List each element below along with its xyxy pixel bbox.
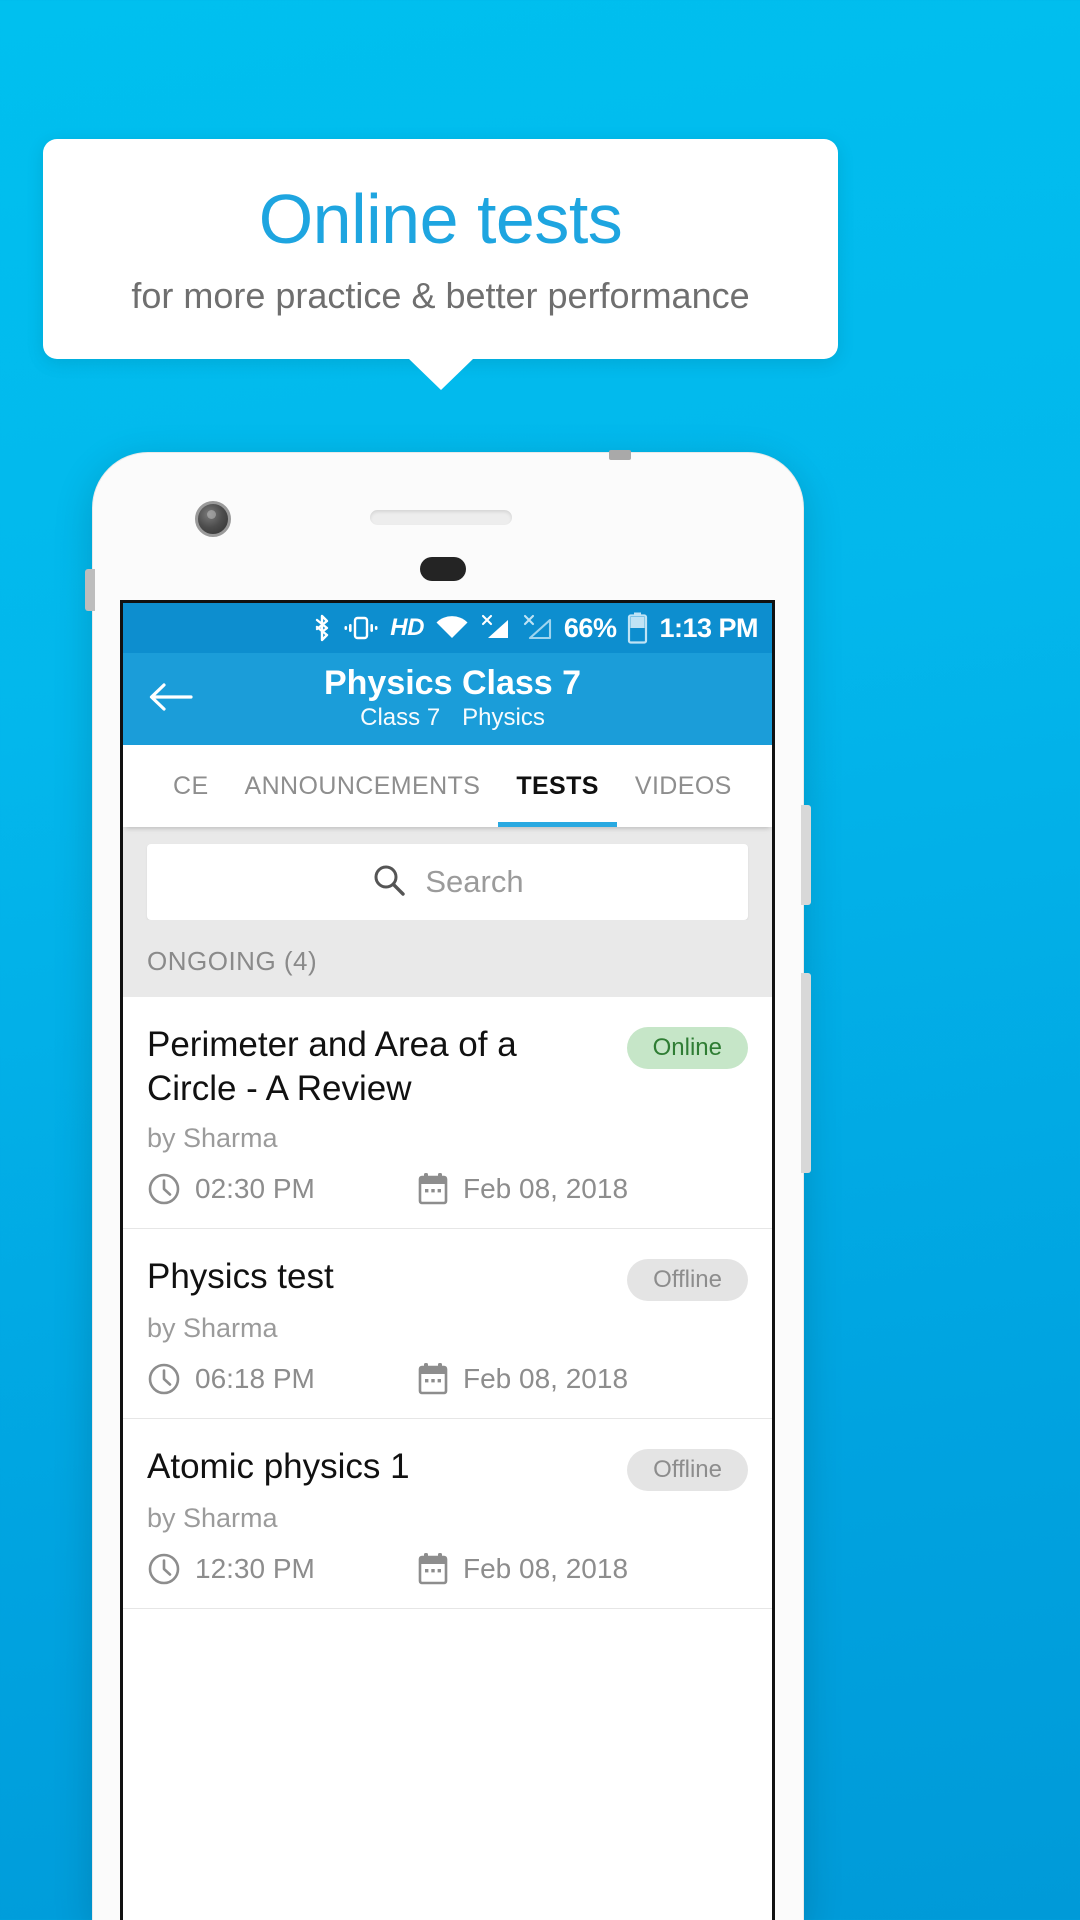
app-bar-titles: Physics Class 7 Class 7 Physics	[123, 665, 772, 733]
test-title: Physics test	[147, 1257, 334, 1297]
clock-icon	[147, 1172, 181, 1206]
list-item-head: Physics test Offline	[147, 1255, 748, 1302]
tab-announcements[interactable]: ANNOUNCEMENTS	[227, 745, 499, 827]
status-badge: Offline	[627, 1259, 748, 1302]
test-date: Feb 08, 2018	[463, 1553, 629, 1585]
test-time: 12:30 PM	[195, 1553, 315, 1585]
test-author: by Sharma	[147, 1503, 278, 1534]
wifi-icon	[435, 613, 469, 643]
status-badge: Offline	[627, 1449, 748, 1492]
page-title: Physics Class 7	[323, 664, 582, 703]
test-title: Perimeter and Area of a Circle - A Revie…	[147, 1025, 517, 1109]
test-time: 06:18 PM	[195, 1363, 315, 1395]
test-author: by Sharma	[147, 1123, 278, 1154]
test-author: by Sharma	[147, 1313, 278, 1344]
test-meta: 12:30 PM Feb 08, 2018	[147, 1552, 748, 1586]
battery-percent-label: 66%	[563, 612, 617, 643]
front-camera-icon	[195, 501, 231, 537]
camera-highlight	[207, 510, 216, 519]
phone-screen: HD 66% 1:13 PM Physics Class 7 Class 7 P…	[120, 600, 775, 1920]
search-placeholder: Search	[425, 864, 524, 899]
signal-no-sim-2-icon	[522, 613, 553, 643]
tab-bar: CE ANNOUNCEMENTS TESTS VIDEOS	[123, 745, 772, 827]
phone-mockup: HD 66% 1:13 PM Physics Class 7 Class 7 P…	[85, 450, 811, 1920]
clock-icon	[147, 1362, 181, 1396]
signal-no-sim-1-icon	[480, 613, 511, 643]
test-meta: 06:18 PM Feb 08, 2018	[147, 1362, 748, 1396]
calendar-icon	[417, 1362, 449, 1396]
section-header-ongoing: ONGOING (4)	[123, 920, 772, 997]
search-area: Search	[123, 827, 772, 920]
tab-tests[interactable]: TESTS	[498, 745, 617, 827]
tab-ce[interactable]: CE	[155, 745, 227, 827]
phone-power-button	[801, 805, 811, 905]
table-row[interactable]: Physics test Offline by Sharma 06:18 PM	[123, 1229, 772, 1420]
phone-volume-button	[801, 973, 811, 1173]
test-meta: 02:30 PM Feb 08, 2018	[147, 1172, 748, 1206]
test-date: Feb 08, 2018	[463, 1173, 629, 1205]
breadcrumb-class: Class 7	[360, 703, 441, 731]
callout-tail	[408, 359, 473, 390]
test-date-cell: Feb 08, 2018	[417, 1172, 628, 1206]
battery-icon	[627, 612, 648, 644]
breadcrumb-subject: Physics	[462, 703, 545, 731]
promo-title: Online tests	[258, 180, 623, 258]
clock-label: 1:13 PM	[659, 612, 758, 643]
promo-subtitle: for more practice & better performance	[131, 275, 750, 316]
test-date: Feb 08, 2018	[463, 1363, 629, 1395]
vibrate-icon	[343, 613, 379, 643]
hd-icon: HD	[390, 614, 424, 641]
bluetooth-icon	[312, 613, 332, 643]
table-row[interactable]: Atomic physics 1 Offline by Sharma 12:30…	[123, 1419, 772, 1610]
tab-videos[interactable]: VIDEOS	[617, 745, 750, 827]
phone-antenna-nub	[609, 450, 631, 460]
test-date-cell: Feb 08, 2018	[417, 1362, 628, 1396]
test-list: Perimeter and Area of a Circle - A Revie…	[123, 997, 772, 1610]
table-row[interactable]: Perimeter and Area of a Circle - A Revie…	[123, 997, 772, 1230]
status-bar: HD 66% 1:13 PM	[123, 603, 772, 653]
test-time-cell: 06:18 PM	[147, 1362, 417, 1396]
proximity-sensor	[420, 557, 466, 581]
app-bar: Physics Class 7 Class 7 Physics	[123, 653, 772, 745]
phone-left-button	[85, 569, 95, 611]
test-time-cell: 02:30 PM	[147, 1172, 417, 1206]
test-title: Atomic physics 1	[147, 1447, 410, 1487]
earpiece-speaker	[370, 510, 512, 525]
test-time: 02:30 PM	[195, 1173, 315, 1205]
calendar-icon	[417, 1552, 449, 1586]
test-time-cell: 12:30 PM	[147, 1552, 417, 1586]
clock-icon	[147, 1552, 181, 1586]
test-date-cell: Feb 08, 2018	[417, 1552, 628, 1586]
list-item-head: Perimeter and Area of a Circle - A Revie…	[147, 1023, 748, 1111]
search-icon	[371, 862, 407, 903]
status-badge: Online	[626, 1027, 748, 1069]
breadcrumb: Class 7 Physics	[133, 702, 772, 733]
list-item-head: Atomic physics 1 Offline	[147, 1445, 748, 1492]
promo-callout: Online tests for more practice & better …	[43, 139, 838, 390]
calendar-icon	[417, 1172, 449, 1206]
search-input[interactable]: Search	[147, 844, 748, 920]
